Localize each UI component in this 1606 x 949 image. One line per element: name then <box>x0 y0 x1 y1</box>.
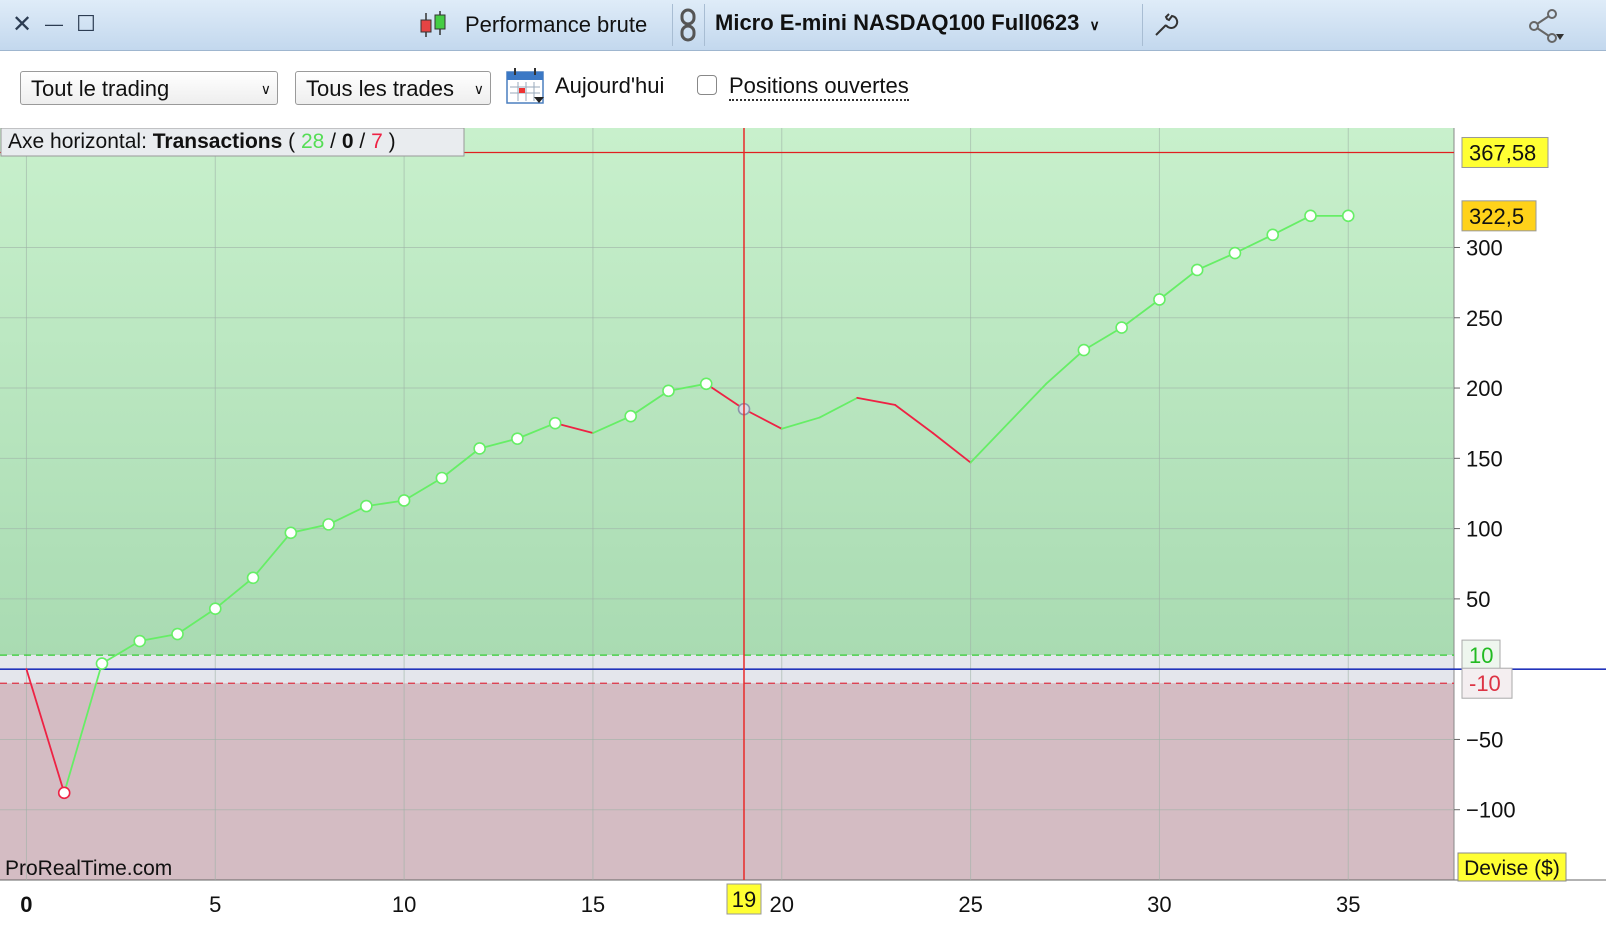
y-tick-label: 200 <box>1466 376 1503 401</box>
y-tick-label: 50 <box>1466 587 1490 612</box>
close-window-button[interactable]: ✕ <box>8 10 36 38</box>
cursor-x-label: 19 <box>732 887 756 912</box>
data-point[interactable] <box>360 499 373 513</box>
trades-select-value: Tous les trades <box>306 76 454 101</box>
maximize-window-button[interactable]: ☐ <box>72 10 100 38</box>
loss-zone <box>0 683 1454 880</box>
x-tick-label: 20 <box>770 892 794 917</box>
filter-toolbar: Tout le trading ∨ Tous les trades ∨ Aujo… <box>0 51 1606 127</box>
data-point[interactable] <box>95 657 109 670</box>
y-tick-label: 100 <box>1466 517 1503 542</box>
data-point[interactable] <box>548 416 562 430</box>
data-point[interactable] <box>171 627 184 641</box>
x-tick-label: 0 <box>20 892 32 917</box>
y-tick-label: 250 <box>1466 306 1503 331</box>
chevron-down-icon: ∨ <box>260 81 271 97</box>
scope-select-value: Tout le trading <box>31 76 170 101</box>
calendar-icon[interactable] <box>506 67 546 105</box>
link-icon[interactable] <box>678 8 698 42</box>
scope-select[interactable]: Tout le trading ∨ <box>20 71 278 105</box>
x-tick-label: 30 <box>1147 892 1171 917</box>
winning-count: 28 <box>301 130 324 153</box>
max-value-badge-text: 367,58 <box>1469 140 1536 165</box>
data-point[interactable] <box>1304 209 1317 223</box>
data-point[interactable] <box>1228 246 1242 260</box>
x-tick-label: 15 <box>581 892 605 917</box>
watermark: ProRealTime.com <box>5 857 172 880</box>
lower-threshold-badge-text: -10 <box>1469 671 1501 696</box>
data-point[interactable] <box>133 634 147 648</box>
x-tick-label: 5 <box>209 892 221 917</box>
last-value-badge-text: 322,5 <box>1469 204 1524 229</box>
instrument-label: Micro E-mini NASDAQ100 Full0623 <box>715 10 1080 35</box>
neutral-count: 0 <box>342 130 354 153</box>
title-bar: ✕ — ☐ Performance brute Micro E-mini NAS… <box>0 0 1606 51</box>
lower-threshold-badge: -10 <box>1461 667 1513 699</box>
data-point[interactable] <box>1153 293 1166 306</box>
data-point[interactable] <box>435 471 449 485</box>
data-point[interactable] <box>322 518 335 531</box>
data-point[interactable] <box>246 571 260 585</box>
data-point[interactable] <box>1077 343 1091 357</box>
data-point[interactable] <box>1115 321 1128 334</box>
svg-text:Devise ($): Devise ($) <box>1464 857 1560 880</box>
share-icon[interactable] <box>1526 8 1566 44</box>
data-point[interactable] <box>1341 209 1355 223</box>
y-tick-label: 150 <box>1466 446 1503 471</box>
currency-badge[interactable]: Devise ($) <box>1457 852 1567 882</box>
last-value-badge: 322,5 <box>1461 200 1537 232</box>
max-value-badge: 367,58 <box>1461 136 1549 168</box>
chevron-down-icon: ∨ <box>473 81 484 97</box>
header-prefix: Axe horizontal: <box>8 130 153 153</box>
minimize-window-button[interactable]: — <box>40 10 68 38</box>
data-point[interactable] <box>208 602 222 616</box>
data-point[interactable] <box>1190 263 1204 277</box>
data-point[interactable] <box>511 432 524 445</box>
open-positions-label[interactable]: Positions ouvertes <box>729 73 909 101</box>
instrument-selector[interactable]: Micro E-mini NASDAQ100 Full0623 ∨ <box>715 10 1100 36</box>
data-point[interactable] <box>284 526 298 540</box>
trades-select[interactable]: Tous les trades ∨ <box>295 71 491 105</box>
window-title: Performance brute <box>465 12 648 37</box>
performance-chart[interactable]: 19 0 5 10 15 20 25 30 35 300 250 200 150 100 50 −50 −10… <box>0 127 1606 944</box>
upper-threshold-badge-text: 10 <box>1469 643 1493 668</box>
x-tick-label: 25 <box>958 892 982 917</box>
y-tick-label: −100 <box>1466 798 1516 823</box>
data-point[interactable] <box>699 377 713 391</box>
data-point[interactable] <box>57 786 71 800</box>
data-point[interactable] <box>662 384 675 398</box>
y-tick-label: −50 <box>1466 727 1503 752</box>
upper-threshold-badge: 10 <box>1461 639 1501 671</box>
header-axis: Transactions <box>153 130 283 153</box>
data-point[interactable] <box>624 409 637 423</box>
x-tick-label: 10 <box>392 892 416 917</box>
data-point[interactable] <box>1266 228 1280 242</box>
chevron-down-icon: ∨ <box>1089 17 1100 33</box>
candlestick-icon <box>418 10 450 40</box>
chart-header: Axe horizontal: Transactions ( 28 / 0 / … <box>0 127 465 157</box>
x-tick-label: 35 <box>1336 892 1360 917</box>
y-tick-label: 300 <box>1466 235 1503 260</box>
cursor-x-badge: 19 <box>726 883 762 915</box>
open-positions-checkbox[interactable] <box>697 75 717 95</box>
data-point[interactable] <box>397 494 411 507</box>
data-point[interactable] <box>473 442 486 455</box>
svg-text:Axe horizontal: Transactions (: Axe horizontal: Transactions ( 28 / 0 / … <box>8 130 396 153</box>
date-label[interactable]: Aujourd'hui <box>555 73 664 99</box>
gain-zone <box>0 128 1454 656</box>
wrench-icon[interactable] <box>1150 10 1180 40</box>
losing-count: 7 <box>371 130 383 153</box>
